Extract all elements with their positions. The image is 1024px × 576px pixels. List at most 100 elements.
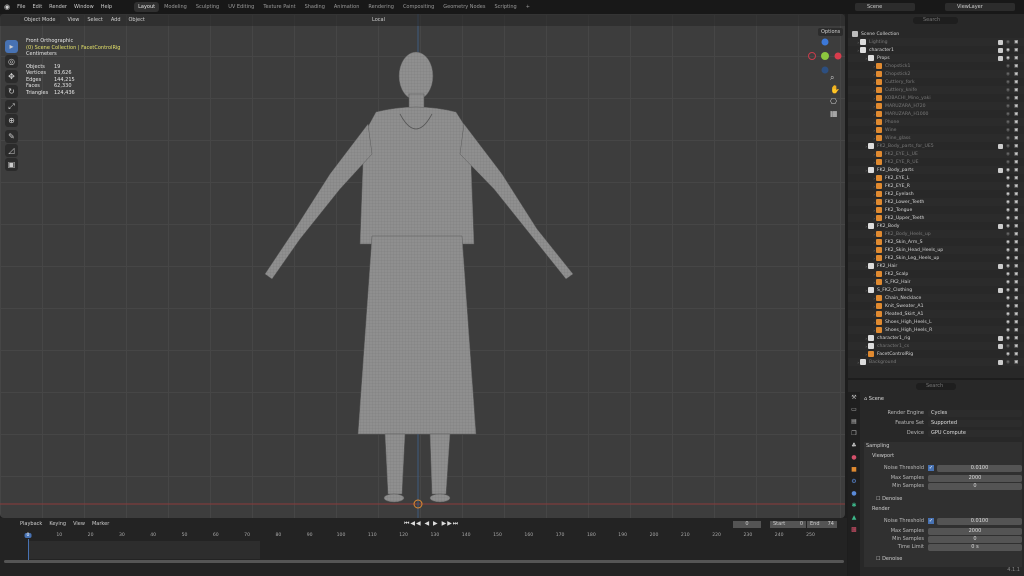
render-camera-icon[interactable]: ▣ xyxy=(1014,240,1018,245)
render-camera-icon[interactable]: ▣ xyxy=(1014,104,1018,109)
render-noise-threshold-checkbox[interactable]: ✓ xyxy=(928,518,934,524)
render-camera-icon[interactable]: ▣ xyxy=(1014,328,1018,333)
visibility-eye-icon[interactable]: ◉ xyxy=(1006,112,1010,117)
character-model[interactable] xyxy=(0,14,845,518)
render-camera-icon[interactable]: ▣ xyxy=(1014,360,1018,365)
current-frame-field[interactable]: 0 xyxy=(733,520,761,528)
expand-chevron-icon[interactable]: › xyxy=(848,112,876,117)
exclude-checkbox[interactable] xyxy=(998,55,1003,61)
render-camera-icon[interactable]: ▣ xyxy=(1014,320,1018,325)
expand-chevron-icon[interactable]: › xyxy=(848,120,876,125)
render-engine-dropdown[interactable]: Cycles xyxy=(928,409,1022,417)
menu-help[interactable]: Help xyxy=(101,4,112,10)
menu-window[interactable]: Window xyxy=(74,4,94,10)
material-tab-icon[interactable]: ▩ xyxy=(848,524,860,536)
render-camera-icon[interactable]: ▣ xyxy=(1014,296,1018,301)
expand-chevron-icon[interactable]: › xyxy=(848,296,876,301)
visibility-eye-icon[interactable]: ◉ xyxy=(1006,96,1010,101)
visibility-eye-icon[interactable]: ◉ xyxy=(1006,136,1010,141)
expand-chevron-icon[interactable]: › xyxy=(848,328,876,333)
render-camera-icon[interactable]: ▣ xyxy=(1014,80,1018,85)
workspace-tab[interactable]: Scripting xyxy=(490,2,520,12)
outliner-item[interactable]: › Props ◉ ▣ xyxy=(848,54,1024,62)
visibility-eye-icon[interactable]: ◉ xyxy=(1006,352,1010,357)
expand-chevron-icon[interactable]: › xyxy=(848,136,876,141)
timeline-menu-view[interactable]: View xyxy=(73,521,85,527)
view-layer-tab-icon[interactable]: ❐ xyxy=(848,428,860,440)
view-layer-selector[interactable]: ViewLayer xyxy=(945,3,1015,11)
scene-selector[interactable]: Scene xyxy=(855,3,915,11)
visibility-eye-icon[interactable]: ◉ xyxy=(1006,104,1010,109)
visibility-eye-icon[interactable]: ◉ xyxy=(1006,360,1010,365)
render-camera-icon[interactable]: ▣ xyxy=(1014,136,1018,141)
timeline[interactable]: Playback Keying View Marker ⏮◀◀ ◀ ▶ ▶▶⏭ … xyxy=(0,518,847,576)
render-camera-icon[interactable]: ▣ xyxy=(1014,208,1018,213)
expand-chevron-icon[interactable]: › xyxy=(848,216,876,221)
visibility-eye-icon[interactable]: ◉ xyxy=(1006,40,1010,45)
outliner-item[interactable]: › FK2_Skin_Head_Heels_up ◉ ▣ xyxy=(848,246,1024,254)
render-camera-icon[interactable]: ▣ xyxy=(1014,152,1018,157)
time-limit-field[interactable]: 0 s xyxy=(928,543,1022,551)
timeline-menu-marker[interactable]: Marker xyxy=(92,521,109,527)
timeline-menu-playback[interactable]: Playback xyxy=(20,521,42,527)
playback-controls[interactable]: ⏮◀◀ ◀ ▶ ▶▶⏭ xyxy=(404,520,459,528)
expand-chevron-icon[interactable]: › xyxy=(848,152,876,157)
expand-chevron-icon[interactable]: › xyxy=(848,224,868,229)
visibility-eye-icon[interactable]: ◉ xyxy=(1006,256,1010,261)
expand-chevron-icon[interactable]: › xyxy=(848,320,876,325)
render-camera-icon[interactable]: ▣ xyxy=(1014,72,1018,77)
exclude-checkbox[interactable] xyxy=(998,335,1003,341)
expand-chevron-icon[interactable]: › xyxy=(848,96,876,101)
outliner-item[interactable]: › Chopstick2 ◉ ▣ xyxy=(848,70,1024,78)
menu-render[interactable]: Render xyxy=(49,4,67,10)
outliner-search-input[interactable]: Search xyxy=(913,17,958,24)
outliner-item[interactable]: › KOBACHI_Mino_yaki ◉ ▣ xyxy=(848,94,1024,102)
outliner-item[interactable]: › FK2_Skin_Arm_S ◉ ▣ xyxy=(848,238,1024,246)
render-camera-icon[interactable]: ▣ xyxy=(1014,312,1018,317)
outliner-item[interactable]: › Wine_glass ◉ ▣ xyxy=(848,134,1024,142)
workspace-tab[interactable]: Rendering xyxy=(364,2,398,12)
exclude-checkbox[interactable] xyxy=(998,143,1003,149)
visibility-eye-icon[interactable]: ◉ xyxy=(1006,344,1010,349)
visibility-eye-icon[interactable]: ◉ xyxy=(1006,152,1010,157)
outliner-item[interactable]: › Cuttlery_knife ◉ ▣ xyxy=(848,86,1024,94)
exclude-checkbox[interactable] xyxy=(998,359,1003,365)
render-camera-icon[interactable]: ▣ xyxy=(1014,96,1018,101)
viewport-max-samples-field[interactable]: 2000 xyxy=(928,474,1022,482)
expand-chevron-icon[interactable]: › xyxy=(848,256,876,261)
expand-chevron-icon[interactable]: › xyxy=(848,88,876,93)
render-camera-icon[interactable]: ▣ xyxy=(1014,232,1018,237)
outliner-item[interactable]: › Shoes_High_Heels_L ◉ ▣ xyxy=(848,318,1024,326)
outliner-item[interactable]: › Lighting ◉ ▣ xyxy=(848,38,1024,46)
workspace-tab[interactable]: + xyxy=(522,2,534,12)
select-tool-icon[interactable]: ▸ xyxy=(5,40,18,53)
viewport-subpanel-header[interactable]: Viewport xyxy=(872,453,894,459)
render-denoise-toggle[interactable]: ☐ Denoise xyxy=(876,556,902,562)
visibility-eye-icon[interactable]: ◉ xyxy=(1006,280,1010,285)
render-camera-icon[interactable]: ▣ xyxy=(1014,192,1018,197)
render-camera-icon[interactable]: ▣ xyxy=(1014,112,1018,117)
scale-tool-icon[interactable]: ⤢ xyxy=(5,100,18,113)
outliner-item[interactable]: › Pleated_Skirt_A1 ◉ ▣ xyxy=(848,310,1024,318)
render-max-samples-field[interactable]: 2000 xyxy=(928,527,1022,535)
move-tool-icon[interactable]: ✥ xyxy=(5,70,18,83)
expand-chevron-icon[interactable]: › xyxy=(848,168,868,173)
render-camera-icon[interactable]: ▣ xyxy=(1014,280,1018,285)
expand-chevron-icon[interactable]: › xyxy=(848,64,876,69)
expand-chevron-icon[interactable]: › xyxy=(848,192,876,197)
visibility-eye-icon[interactable]: ◉ xyxy=(1006,56,1010,61)
viewport-denoise-toggle[interactable]: ☐ Denoise xyxy=(876,496,902,502)
visibility-eye-icon[interactable]: ◉ xyxy=(1006,240,1010,245)
visibility-eye-icon[interactable]: ◉ xyxy=(1006,232,1010,237)
workspace-tab[interactable]: Compositing xyxy=(399,2,438,12)
visibility-eye-icon[interactable]: ◉ xyxy=(1006,216,1010,221)
outliner-item[interactable]: › FK2_Body ◉ ▣ xyxy=(848,222,1024,230)
modifier-tab-icon[interactable]: ⚙ xyxy=(848,476,860,488)
outliner-item[interactable]: › FK2_EYE_L ◉ ▣ xyxy=(848,174,1024,182)
expand-chevron-icon[interactable]: › xyxy=(848,280,876,285)
workspace-tab[interactable]: Shading xyxy=(301,2,329,12)
render-camera-icon[interactable]: ▣ xyxy=(1014,40,1018,45)
outliner-item[interactable]: › character1_rig ◉ ▣ xyxy=(848,334,1024,342)
expand-chevron-icon[interactable]: › xyxy=(848,352,868,357)
visibility-eye-icon[interactable]: ◉ xyxy=(1006,184,1010,189)
